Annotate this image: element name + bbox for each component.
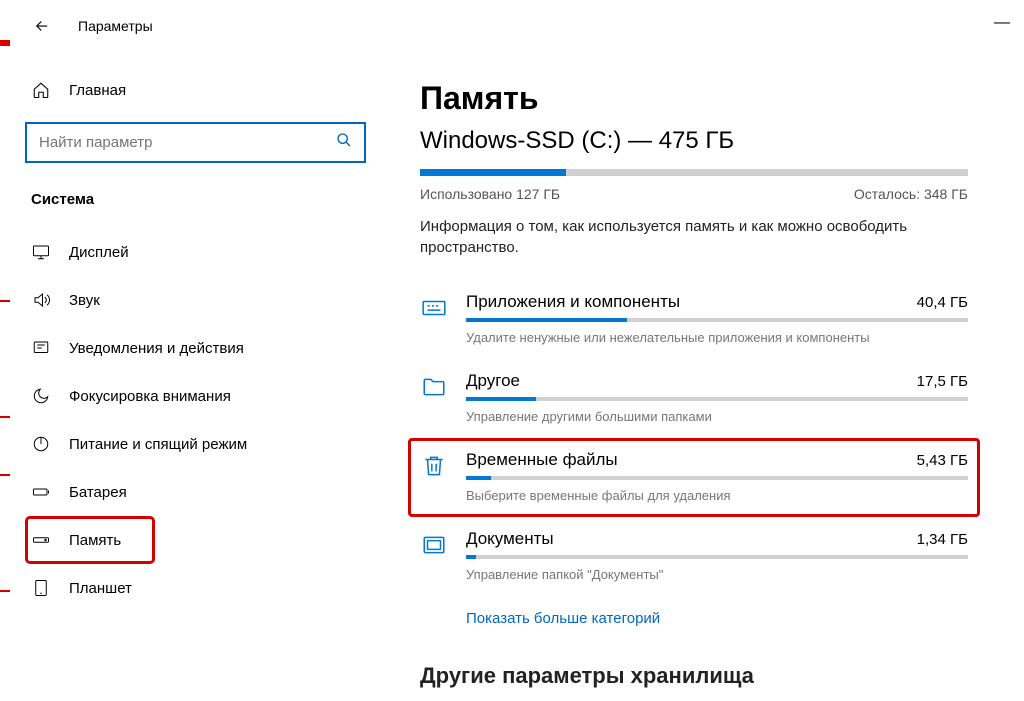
- sidebar: Главная Система Дисплей Звук Уведомления…: [0, 50, 380, 701]
- category-title: Документы: [466, 529, 554, 549]
- documents-icon: [420, 531, 448, 559]
- sidebar-item-power[interactable]: Питание и спящий режим: [25, 420, 366, 468]
- category-subtext: Управление папкой "Документы": [466, 567, 968, 582]
- section-label: Система: [25, 191, 366, 208]
- category-trash[interactable]: Временные файлы 5,43 ГБ Выберите временн…: [408, 438, 980, 517]
- home-link[interactable]: Главная: [25, 70, 366, 110]
- sidebar-item-label: Память: [69, 532, 121, 549]
- category-title: Приложения и компоненты: [466, 292, 680, 312]
- other-storage-heading: Другие параметры хранилища: [420, 663, 968, 689]
- category-documents[interactable]: Документы 1,34 ГБ Управление папкой "Док…: [420, 517, 968, 596]
- trash-icon: [420, 452, 448, 480]
- sidebar-item-label: Фокусировка внимания: [69, 388, 231, 405]
- nav-list: Дисплей Звук Уведомления и действия Фоку…: [25, 228, 366, 612]
- sidebar-item-storage[interactable]: Память: [25, 516, 155, 564]
- storage-icon: [31, 530, 51, 550]
- search-input[interactable]: [39, 134, 321, 151]
- main-panel: Память Windows-SSD (C:) — 475 ГБ Использ…: [380, 50, 1024, 701]
- page-title: Память: [420, 80, 968, 117]
- sidebar-item-label: Дисплей: [69, 244, 129, 261]
- search-input-wrapper[interactable]: [25, 122, 366, 163]
- back-button[interactable]: [30, 14, 54, 38]
- sidebar-item-label: Батарея: [69, 484, 127, 501]
- sidebar-item-display[interactable]: Дисплей: [25, 228, 366, 276]
- search-icon: [336, 132, 352, 153]
- category-subtext: Управление другими большими папками: [466, 409, 968, 424]
- category-bar: [466, 555, 968, 559]
- category-bar: [466, 318, 968, 322]
- category-subtext: Выберите временные файлы для удаления: [466, 488, 968, 503]
- category-apps[interactable]: Приложения и компоненты 40,4 ГБ Удалите …: [420, 280, 968, 359]
- notifications-icon: [31, 338, 51, 358]
- sidebar-item-sound[interactable]: Звук: [25, 276, 366, 324]
- focus-icon: [31, 386, 51, 406]
- category-size: 5,43 ГБ: [917, 452, 968, 469]
- sidebar-item-notifications[interactable]: Уведомления и действия: [25, 324, 366, 372]
- category-bar: [466, 397, 968, 401]
- category-bar: [466, 476, 968, 480]
- sidebar-item-label: Звук: [69, 292, 100, 309]
- sidebar-item-label: Уведомления и действия: [69, 340, 244, 357]
- window-title: Параметры: [78, 18, 153, 34]
- sound-icon: [31, 290, 51, 310]
- minimize-button[interactable]: —: [994, 14, 1010, 32]
- power-icon: [31, 434, 51, 454]
- sidebar-item-battery[interactable]: Батарея: [25, 468, 366, 516]
- category-size: 17,5 ГБ: [917, 373, 968, 390]
- sidebar-item-tablet[interactable]: Планшет: [25, 564, 366, 612]
- home-icon: [31, 80, 51, 100]
- storage-description: Информация о том, как используется памят…: [420, 216, 968, 258]
- remaining-label: Осталось: 348 ГБ: [854, 186, 968, 202]
- category-size: 40,4 ГБ: [917, 294, 968, 311]
- used-label: Использовано 127 ГБ: [420, 186, 560, 202]
- display-icon: [31, 242, 51, 262]
- category-subtext: Удалите ненужные или нежелательные прило…: [466, 330, 968, 345]
- sidebar-item-label: Планшет: [69, 580, 132, 597]
- category-title: Другое: [466, 371, 520, 391]
- battery-icon: [31, 482, 51, 502]
- folder-icon: [420, 373, 448, 401]
- tablet-icon: [31, 578, 51, 598]
- sidebar-item-label: Питание и спящий режим: [69, 436, 247, 453]
- category-folder[interactable]: Другое 17,5 ГБ Управление другими больши…: [420, 359, 968, 438]
- category-size: 1,34 ГБ: [917, 531, 968, 548]
- home-label: Главная: [69, 82, 126, 99]
- drive-label: Windows-SSD (C:) — 475 ГБ: [420, 127, 968, 155]
- show-more-link[interactable]: Показать больше категорий: [466, 610, 968, 627]
- disk-usage-bar: [420, 169, 968, 176]
- sidebar-item-focus[interactable]: Фокусировка внимания: [25, 372, 366, 420]
- apps-icon: [420, 294, 448, 322]
- category-list: Приложения и компоненты 40,4 ГБ Удалите …: [420, 280, 968, 596]
- category-title: Временные файлы: [466, 450, 618, 470]
